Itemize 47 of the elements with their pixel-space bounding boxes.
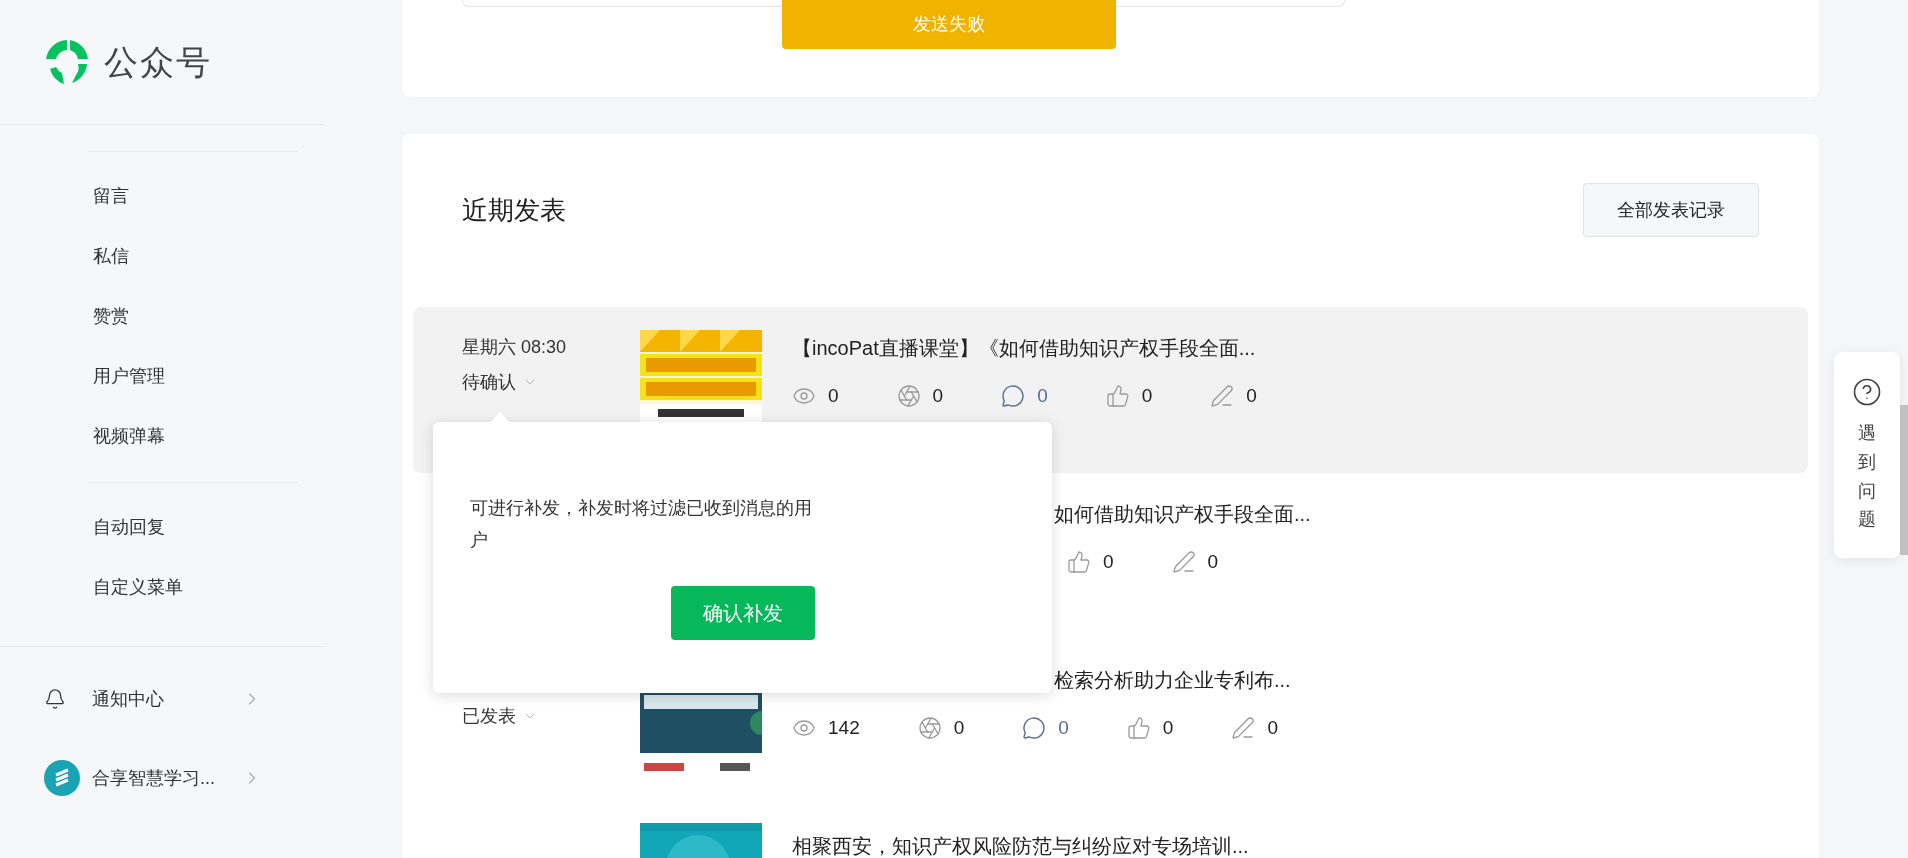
- popover-message: 可进行补发，补发时将过滤已收到消息的用户: [470, 497, 813, 552]
- scrollbar-thumb[interactable]: [1900, 405, 1908, 555]
- stat-count: 0: [1207, 549, 1219, 574]
- post-title[interactable]: 如何借助知识产权手段全面...: [1054, 502, 1311, 526]
- brand-title: 公众号: [104, 41, 212, 83]
- all-records-button[interactable]: 全部发表记录: [1583, 183, 1759, 237]
- publish-time: 星期六 08:30: [462, 336, 568, 359]
- post-title[interactable]: 【incoPat直播课堂】《如何借助知识产权手段全面...: [792, 336, 1256, 360]
- stat-count: 0: [1058, 715, 1069, 740]
- stat-count: 0: [1246, 383, 1257, 408]
- comment-icon: [1001, 384, 1026, 408]
- stat-count: 0: [1141, 383, 1153, 408]
- status-dropdown[interactable]: 待确认: [462, 369, 538, 395]
- stat-count: 0: [953, 715, 965, 740]
- stat-count: 0: [1103, 549, 1114, 574]
- aperture-icon: [896, 384, 921, 408]
- post-title[interactable]: 检索分析助力企业专利布...: [1054, 668, 1291, 692]
- thumbs-up-icon: [1105, 384, 1130, 408]
- stat-count: 0: [1037, 383, 1048, 408]
- sidebar-link[interactable]: 通知中心: [0, 671, 324, 727]
- stat-count: 0: [1162, 715, 1174, 740]
- thumbs-up-icon: [1067, 550, 1091, 574]
- sidebar-item[interactable]: 私信: [0, 226, 324, 286]
- pen-icon: [1210, 384, 1235, 408]
- sidebar-link[interactable]: 合享智慧学习...: [0, 750, 324, 806]
- sidebar-item[interactable]: 用户管理: [0, 346, 324, 406]
- sidebar-item[interactable]: 视频弹幕: [0, 406, 324, 466]
- bell-icon: [44, 688, 66, 710]
- sidebar-item[interactable]: 留言: [0, 166, 324, 226]
- thumbs-up-icon: [1126, 716, 1151, 740]
- help-button[interactable]: 遇到问题: [1834, 352, 1900, 558]
- sidebar-item[interactable]: 自动回复: [0, 497, 324, 557]
- stat-count: 0: [1267, 715, 1278, 740]
- stat-count: 0: [828, 383, 839, 408]
- section-title: 近期发表: [462, 194, 566, 227]
- avatar-icon: [44, 760, 80, 796]
- sidebar-item[interactable]: 赞赏: [0, 286, 324, 346]
- post-title[interactable]: 相聚西安，知识产权风险防范与纠纷应对专场培训...: [792, 834, 1249, 858]
- stat-count: 142: [828, 715, 860, 740]
- pen-icon: [1171, 550, 1196, 574]
- aperture-icon: [917, 716, 942, 740]
- help-icon: [1852, 377, 1882, 407]
- comment-icon: [1022, 716, 1047, 740]
- stat-count: 0: [932, 383, 944, 408]
- status-dropdown[interactable]: 已发表: [462, 703, 538, 729]
- pen-icon: [1231, 716, 1256, 740]
- sidebar-item[interactable]: 自定义菜单: [0, 557, 324, 617]
